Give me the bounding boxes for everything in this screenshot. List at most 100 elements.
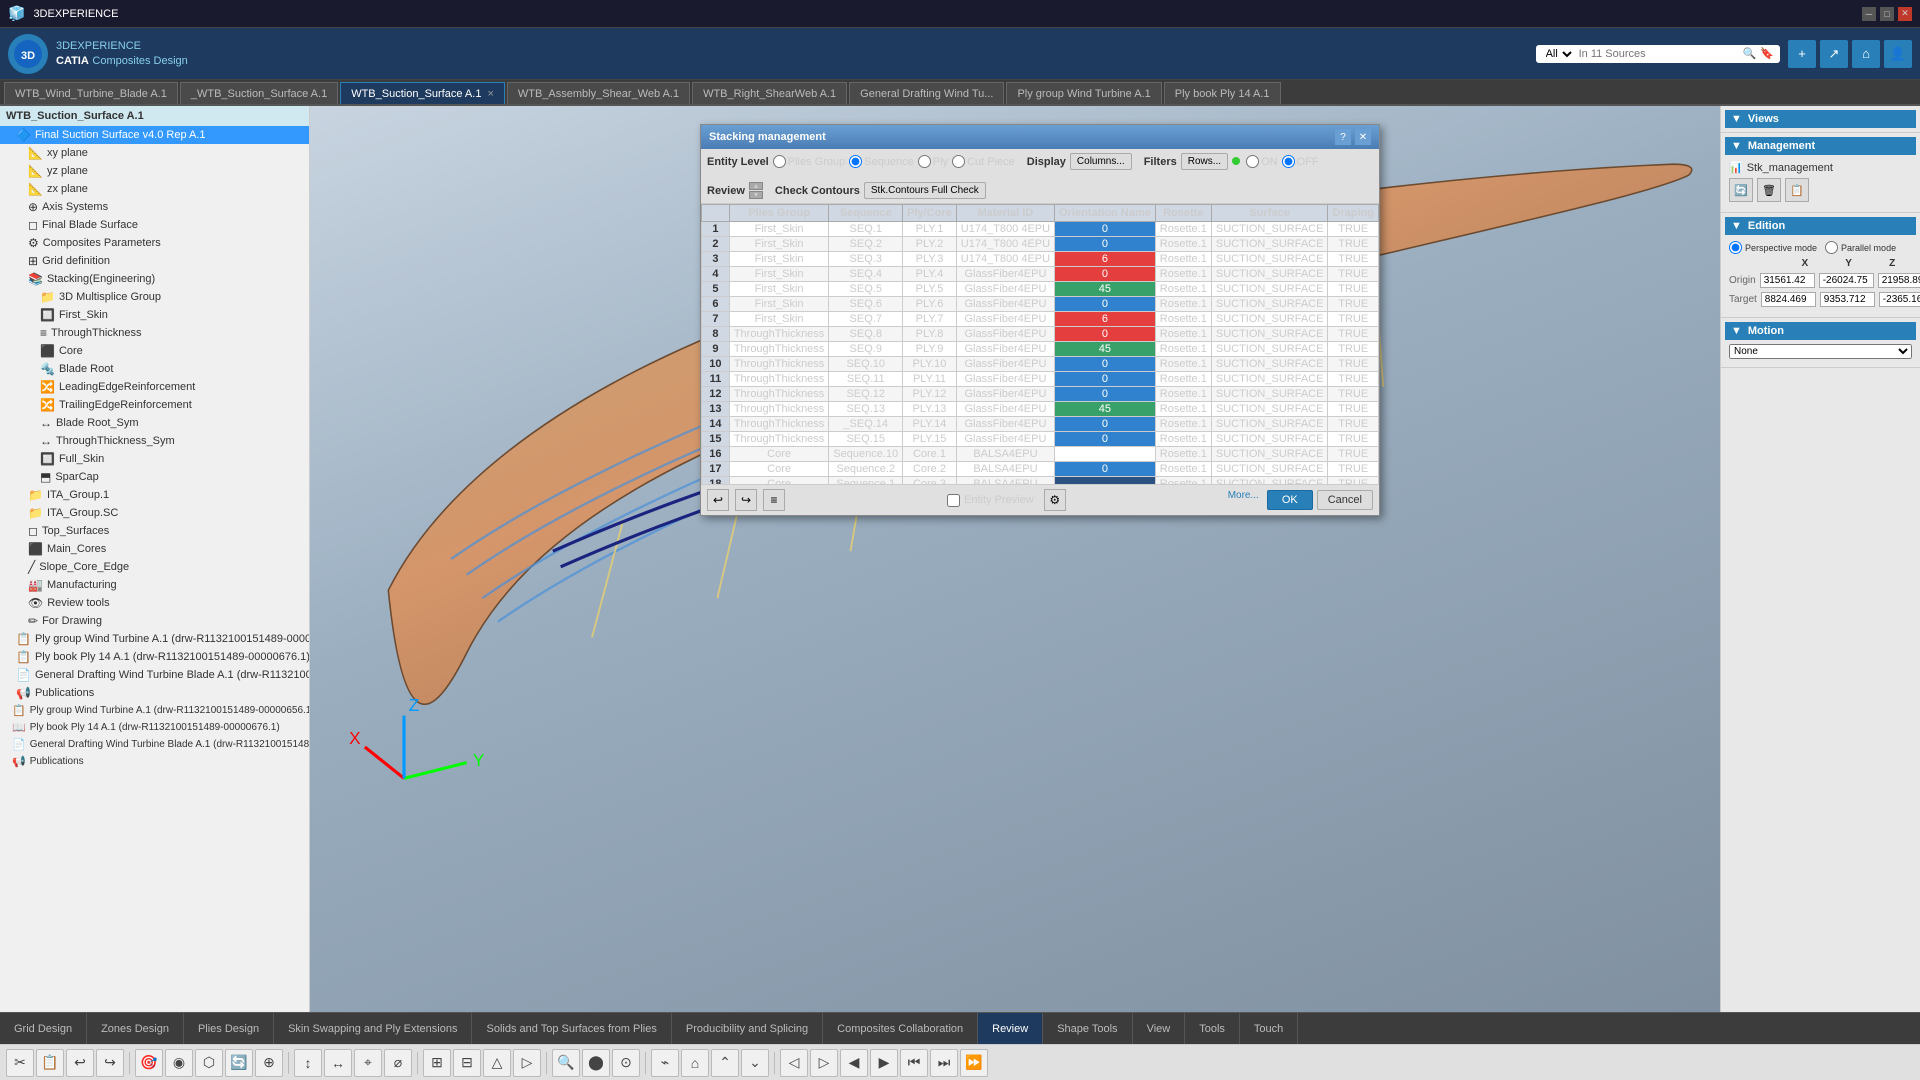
sidebar-item-ply-book[interactable]: 📋Ply book Ply 14 A.1 (drw-R1132100151489… — [0, 648, 309, 666]
action-btn-0-3[interactable]: ↪ — [96, 1049, 124, 1077]
action-btn-4-2[interactable]: ⊙ — [612, 1049, 640, 1077]
sequence-radio-item[interactable]: Sequence — [849, 155, 914, 168]
search-filter-select[interactable]: All — [1542, 47, 1575, 61]
action-btn-4-1[interactable]: ⬤ — [582, 1049, 610, 1077]
sidebar-item-stacking-eng[interactable]: 📚Stacking(Engineering) — [0, 270, 309, 288]
sidebar-item-grid-definition[interactable]: ⊞Grid definition — [0, 252, 309, 270]
sidebar-item-publications[interactable]: 📢 Publications — [0, 753, 309, 770]
action-btn-2-2[interactable]: ⌖ — [354, 1049, 382, 1077]
action-btn-4-0[interactable]: 🔍 — [552, 1049, 580, 1077]
sidebar-item-leading-edge[interactable]: 🔀LeadingEdgeReinforcement — [0, 378, 309, 396]
action-btn-6-5[interactable]: ⏭ — [930, 1049, 958, 1077]
stk-contours-button[interactable]: Stk.Contours Full Check — [864, 182, 986, 199]
mgmt-btn-2[interactable]: 🗑 — [1757, 178, 1781, 202]
bottom-tab-0[interactable]: Grid Design — [0, 1013, 87, 1045]
dialog-titlebar[interactable]: Stacking management ? ✕ — [701, 125, 1379, 149]
dialog-help-button[interactable]: ? — [1335, 129, 1351, 145]
sidebar-item-ply-group[interactable]: 📋 Ply group Wind Turbine A.1 (drw-R11321… — [0, 702, 309, 719]
rows-button[interactable]: Rows... — [1181, 153, 1228, 170]
ply-radio-item[interactable]: Ply — [918, 155, 948, 168]
table-row[interactable]: 13ThroughThicknessSEQ.13PLY.13GlassFiber… — [702, 402, 1379, 417]
action-btn-6-2[interactable]: ◀ — [840, 1049, 868, 1077]
review-up-arrow[interactable]: ▲ — [749, 182, 763, 190]
perspective-radio-item[interactable]: Perspective mode — [1729, 241, 1817, 254]
viewport[interactable]: Y X Z Stacking management ? ✕ Entity Lev… — [310, 106, 1720, 1012]
sequence-radio[interactable] — [849, 155, 862, 168]
sidebar-item-axis-systems[interactable]: ⊕Axis Systems — [0, 198, 309, 216]
action-btn-2-0[interactable]: ↕ — [294, 1049, 322, 1077]
footer-btn-2[interactable]: ↪ — [735, 489, 757, 511]
win-maximize-button[interactable]: □ — [1880, 7, 1894, 21]
action-btn-0-0[interactable]: ✂ — [6, 1049, 34, 1077]
off-radio[interactable] — [1282, 155, 1295, 168]
origin-z-input[interactable] — [1878, 273, 1920, 288]
sidebar-item-review-tools[interactable]: 👁Review tools — [0, 594, 309, 612]
sidebar-item-through-thick-sym[interactable]: ↔ThroughThickness_Sym — [0, 432, 309, 450]
sidebar-item-ita-group-sc[interactable]: 📁ITA_Group.SC — [0, 504, 309, 522]
bottom-tab-7[interactable]: Review — [978, 1013, 1043, 1045]
bottom-tab-8[interactable]: Shape Tools — [1043, 1013, 1132, 1045]
sidebar-item-through-thickness[interactable]: ≡ThroughThickness — [0, 324, 309, 342]
views-title[interactable]: ▼ Views — [1725, 110, 1916, 128]
sidebar-item-full-skin[interactable]: 🔲Full_Skin — [0, 450, 309, 468]
perspective-radio[interactable] — [1729, 241, 1742, 254]
action-btn-5-0[interactable]: ⌁ — [651, 1049, 679, 1077]
bottom-tab-5[interactable]: Producibility and Splicing — [672, 1013, 823, 1045]
action-btn-2-1[interactable]: ↔ — [324, 1049, 352, 1077]
on-radio-item[interactable]: ON — [1246, 155, 1278, 168]
sidebar-item-core[interactable]: ⬛Core — [0, 342, 309, 360]
table-row[interactable]: 12ThroughThicknessSEQ.12PLY.12GlassFiber… — [702, 387, 1379, 402]
plies-group-radio[interactable] — [773, 155, 786, 168]
action-btn-0-1[interactable]: 📋 — [36, 1049, 64, 1077]
action-btn-1-4[interactable]: ⊕ — [255, 1049, 283, 1077]
action-btn-6-0[interactable]: ◁ — [780, 1049, 808, 1077]
origin-x-input[interactable] — [1760, 273, 1815, 288]
parallel-radio-item[interactable]: Parallel mode — [1825, 241, 1896, 254]
bottom-tab-6[interactable]: Composites Collaboration — [823, 1013, 978, 1045]
win-close-button[interactable]: ✕ — [1898, 7, 1912, 21]
action-btn-3-2[interactable]: △ — [483, 1049, 511, 1077]
action-btn-1-3[interactable]: 🔄 — [225, 1049, 253, 1077]
action-btn-3-1[interactable]: ⊟ — [453, 1049, 481, 1077]
parallel-radio[interactable] — [1825, 241, 1838, 254]
action-btn-6-6[interactable]: ⏩ — [960, 1049, 988, 1077]
tree-root[interactable]: WTB_Suction_Surface A.1 — [0, 106, 309, 126]
tab-close-2[interactable]: × — [487, 88, 493, 100]
sidebar-item-slope-core-edge[interactable]: ╱Slope_Core_Edge — [0, 558, 309, 576]
sidebar-item-ita-group1[interactable]: 📁ITA_Group.1 — [0, 486, 309, 504]
on-radio[interactable] — [1246, 155, 1259, 168]
sidebar-item-final-blade[interactable]: ◻Final Blade Surface — [0, 216, 309, 234]
action-btn-6-3[interactable]: ▶ — [870, 1049, 898, 1077]
sidebar-item-sparcap[interactable]: ⬒SparCap — [0, 468, 309, 486]
dialog-close-button[interactable]: ✕ — [1355, 129, 1371, 145]
search-input[interactable] — [1579, 48, 1739, 60]
sidebar-item-publications[interactable]: 📢Publications — [0, 684, 309, 702]
cut-piece-radio-item[interactable]: Cut Piece — [952, 155, 1015, 168]
action-btn-3-3[interactable]: ▷ — [513, 1049, 541, 1077]
review-down-arrow[interactable]: ▼ — [749, 191, 763, 199]
search-icon[interactable]: 🔍 — [1743, 47, 1757, 60]
edition-title[interactable]: ▼ Edition — [1725, 217, 1916, 235]
sidebar-item-ply-book[interactable]: 📖 Ply book Ply 14 A.1 (drw-R113210015148… — [0, 719, 309, 736]
action-btn-5-2[interactable]: ⌃ — [711, 1049, 739, 1077]
table-row[interactable]: 17CoreSequence.2Core.2BALSA4EPU0Rosette.… — [702, 462, 1379, 477]
table-row[interactable]: 7First_SkinSEQ.7PLY.7GlassFiber4EPU6Rose… — [702, 312, 1379, 327]
table-row[interactable]: 6First_SkinSEQ.6PLY.6GlassFiber4EPU0Rose… — [702, 297, 1379, 312]
action-btn-5-3[interactable]: ⌄ — [741, 1049, 769, 1077]
action-btn-2-3[interactable]: ⌀ — [384, 1049, 412, 1077]
motion-select[interactable]: None — [1729, 344, 1912, 359]
table-row[interactable]: 8ThroughThicknessSEQ.8PLY.8GlassFiber4EP… — [702, 327, 1379, 342]
table-row[interactable]: 1First_SkinSEQ.1PLY.1U174_T800 4EPU0Rose… — [702, 222, 1379, 237]
cancel-button[interactable]: Cancel — [1317, 490, 1373, 510]
table-row[interactable]: 5First_SkinSEQ.5PLY.5GlassFiber4EPU45Ros… — [702, 282, 1379, 297]
cut-piece-radio[interactable] — [952, 155, 965, 168]
action-btn-6-1[interactable]: ▷ — [810, 1049, 838, 1077]
action-btn-6-4[interactable]: ⏮ — [900, 1049, 928, 1077]
plies-group-radio-item[interactable]: Plies Group — [773, 155, 845, 168]
stacking-table-container[interactable]: Plies GroupSequencePly/CoreMaterial IDOr… — [701, 204, 1379, 484]
sidebar-item-blade-root-sym[interactable]: ↔Blade Root_Sym — [0, 414, 309, 432]
table-row[interactable]: 3First_SkinSEQ.3PLY.3U174_T800 4EPU6Rose… — [702, 252, 1379, 267]
toolbar-home-button[interactable]: ⌂ — [1852, 40, 1880, 68]
sidebar-item-3d-multisplice[interactable]: 📁3D Multisplice Group — [0, 288, 309, 306]
table-row[interactable]: 2First_SkinSEQ.2PLY.2U174_T800 4EPU0Rose… — [702, 237, 1379, 252]
